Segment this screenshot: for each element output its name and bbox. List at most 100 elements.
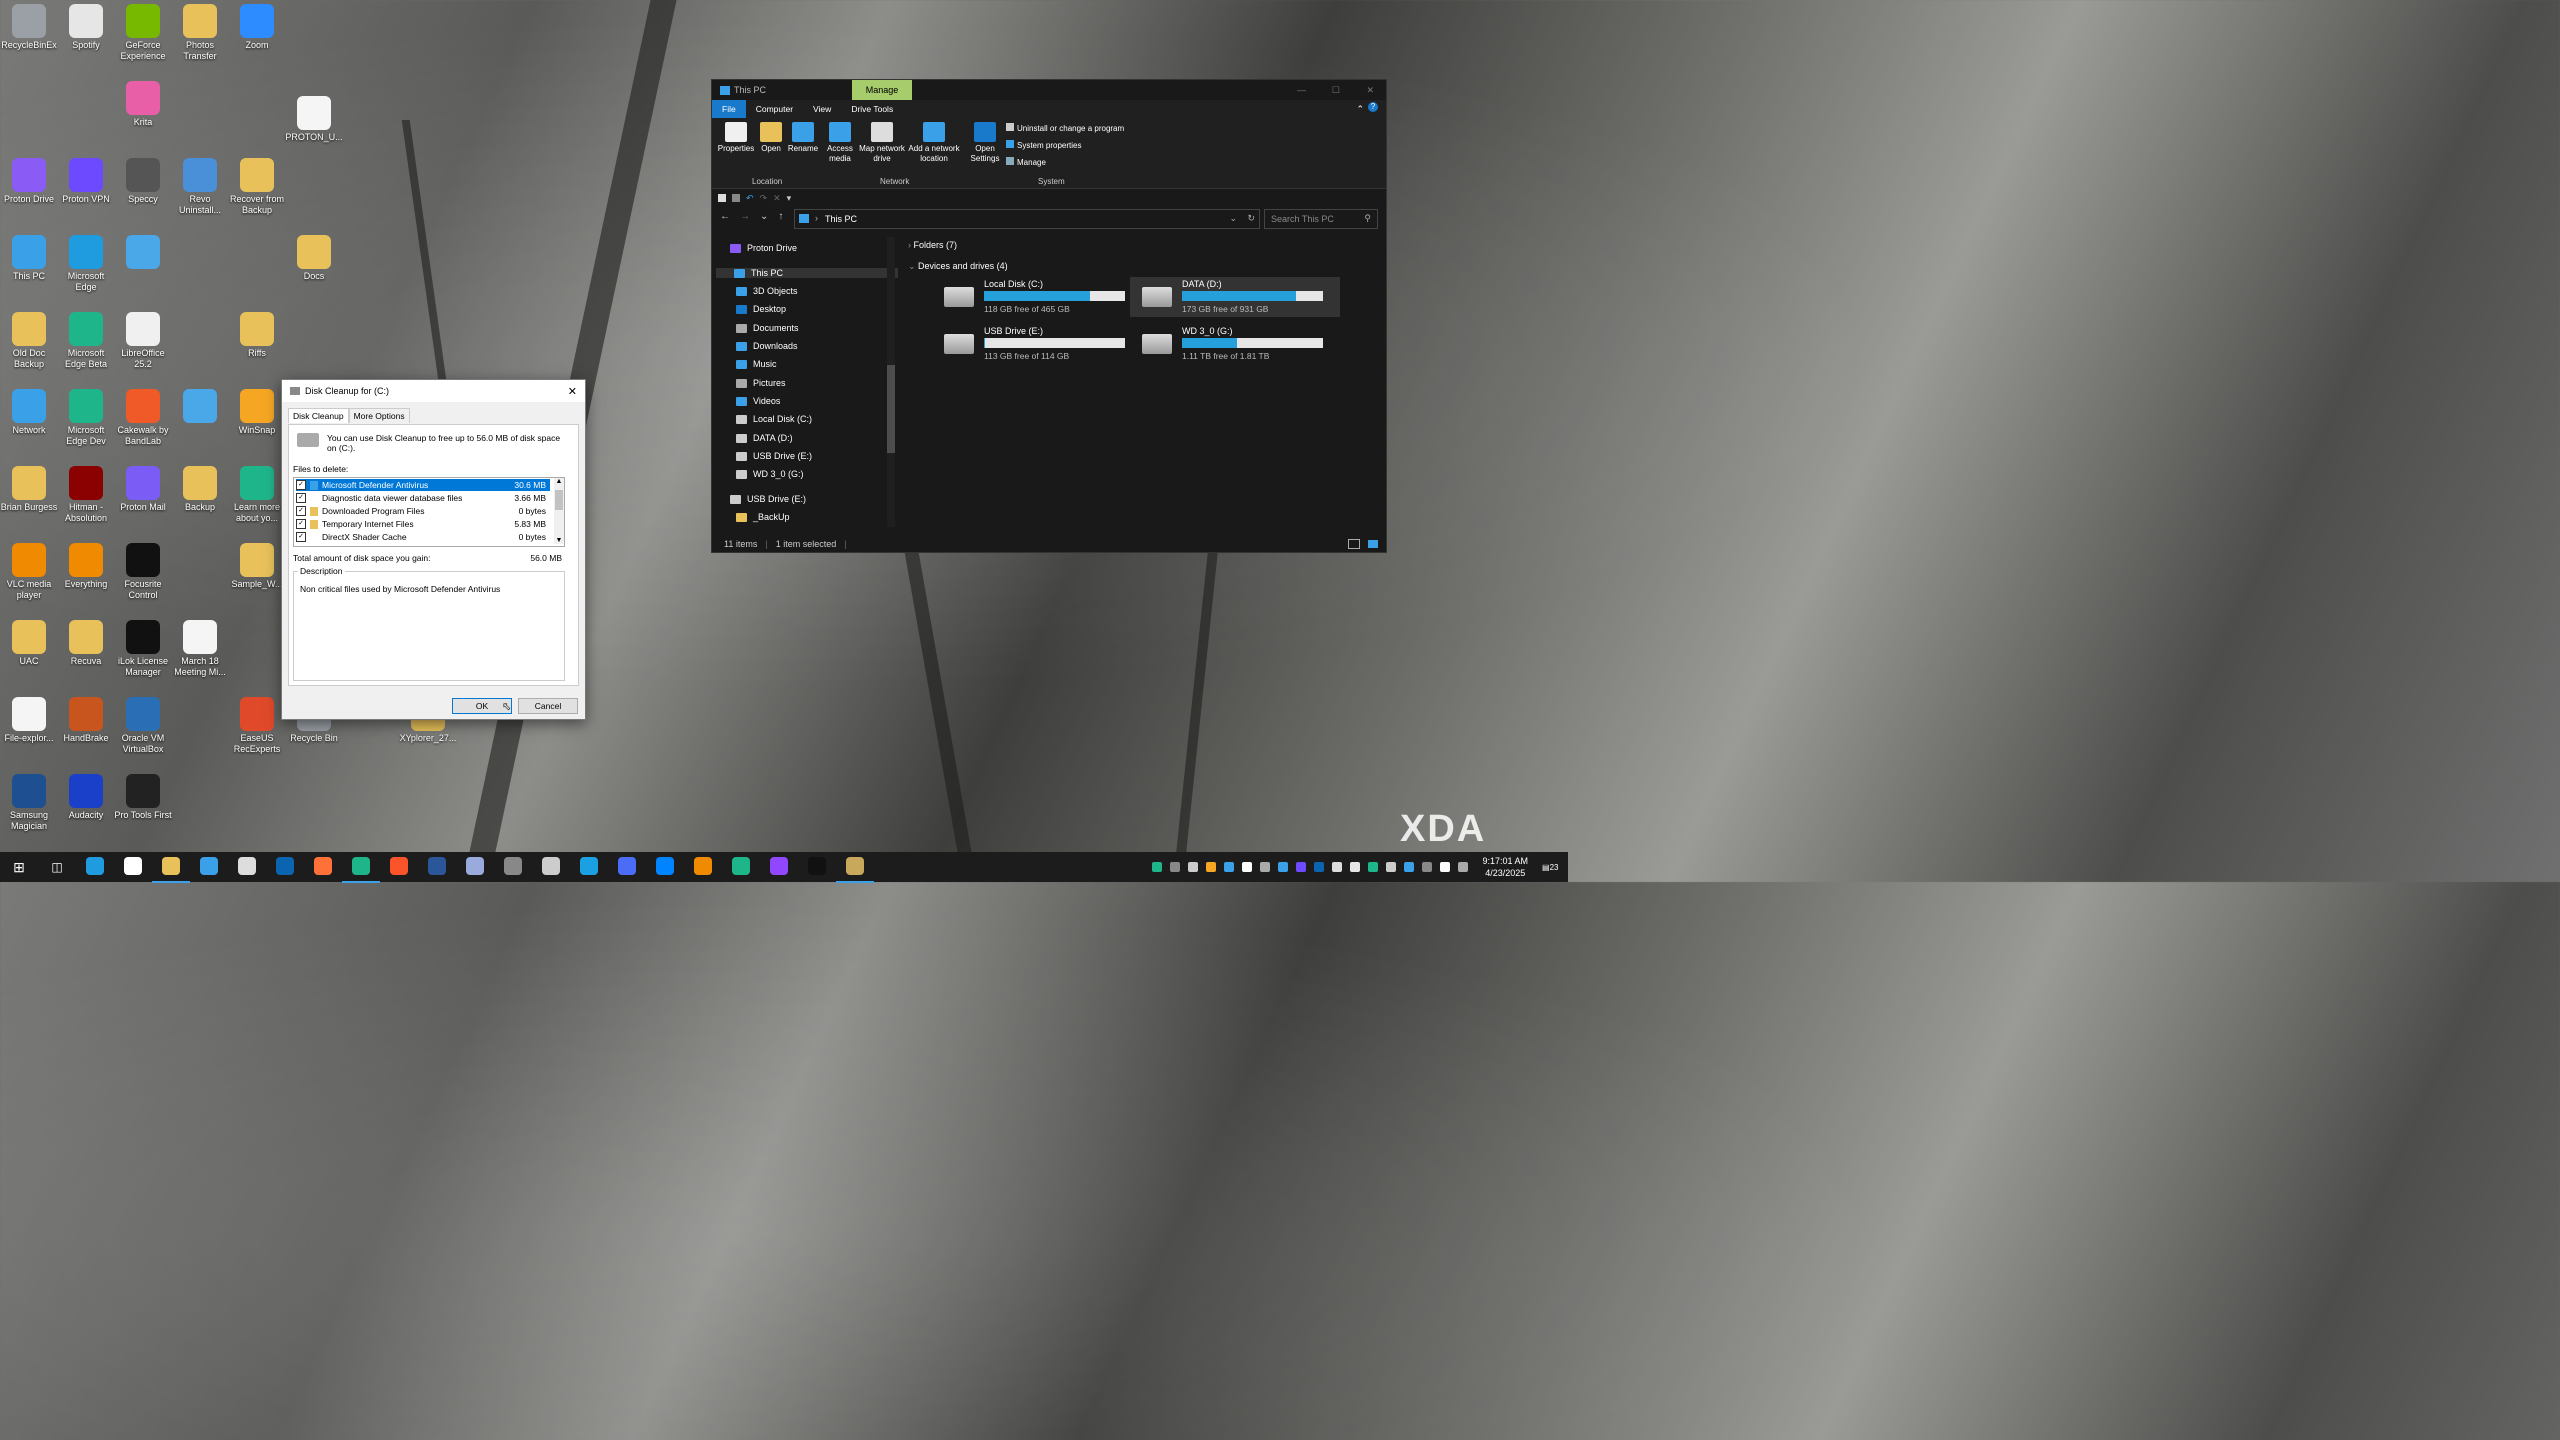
taskbar-app[interactable] (608, 851, 646, 881)
address-dropdown-icon[interactable]: ⌄ (1229, 213, 1237, 224)
tray-icon[interactable] (1332, 862, 1343, 872)
desktop-icon[interactable]: This PC (0, 235, 58, 282)
taskbar-app[interactable] (380, 851, 418, 881)
desktop-icon[interactable]: PROTON_U... (285, 96, 343, 143)
tray-icon[interactable] (1278, 862, 1289, 872)
manage-link[interactable]: Manage (1006, 157, 1046, 168)
customize-toolbar-icon[interactable]: ▾ (787, 193, 792, 204)
taskbar-app[interactable] (836, 851, 874, 883)
taskbar-app[interactable] (570, 851, 608, 881)
tray-icon[interactable] (1206, 862, 1217, 872)
tray-icon[interactable] (1422, 862, 1433, 872)
tray-icon[interactable] (1188, 862, 1199, 872)
desktop-icon[interactable]: Recuva (57, 620, 115, 667)
desktop-icon[interactable]: Proton Mail (114, 466, 172, 513)
uninstall-program-link[interactable]: Uninstall or change a program (1006, 123, 1124, 134)
redo-icon[interactable]: ↷ (760, 193, 768, 204)
desktop-icon[interactable]: Samsung Magician (0, 774, 58, 832)
file-checkbox[interactable]: ✓ (296, 506, 306, 516)
forward-icon[interactable]: → (740, 211, 750, 222)
taskbar-app[interactable] (114, 851, 152, 881)
file-checkbox[interactable]: ✓ (296, 519, 306, 529)
nav-item[interactable]: Local Disk (C:) (736, 414, 812, 424)
desktop-icon[interactable]: Spotify (57, 4, 115, 51)
desktop-icon[interactable]: Audacity (57, 774, 115, 821)
files-scroll-thumb[interactable] (555, 490, 563, 510)
map-network-drive-button[interactable]: Map network drive (858, 122, 906, 164)
tab-disk-cleanup[interactable]: Disk Cleanup (288, 408, 349, 423)
scroll-down-icon[interactable]: ▼ (554, 537, 564, 544)
file-checkbox[interactable]: ✓ (296, 532, 306, 542)
tray-icon[interactable] (1242, 862, 1253, 872)
desktop-icon[interactable]: LibreOffice 25.2 (114, 312, 172, 370)
desktop-icon[interactable]: Focusrite Control (114, 543, 172, 601)
file-row[interactable]: ✓ Temporary Internet Files 5.83 MB (296, 518, 550, 530)
nav-item[interactable]: USB Drive (E:) (730, 494, 806, 504)
tray-icon[interactable] (1296, 862, 1307, 872)
dialog-titlebar[interactable]: Disk Cleanup for (C:) ✕ (282, 380, 585, 402)
up-icon[interactable]: ↑ (778, 211, 783, 222)
nav-item[interactable]: Documents (736, 323, 799, 333)
tray-icon[interactable] (1260, 862, 1271, 872)
desktop-icon[interactable]: Cakewalk by BandLab (114, 389, 172, 447)
desktop-icon[interactable]: GeForce Experience (114, 4, 172, 62)
properties-small-icon[interactable] (718, 194, 726, 202)
desktop-icon[interactable]: Microsoft Edge Beta (57, 312, 115, 370)
maximize-button[interactable]: ☐ (1332, 85, 1340, 96)
nav-item[interactable]: Desktop (736, 304, 786, 314)
tray-icon[interactable] (1152, 862, 1163, 872)
tray-icon[interactable] (1440, 862, 1451, 872)
properties-button[interactable]: Properties (716, 122, 756, 154)
desktop-icon[interactable]: Everything (57, 543, 115, 590)
file-checkbox[interactable]: ✓ (296, 480, 306, 490)
collapse-ribbon-icon[interactable]: ⌃ (1356, 104, 1364, 115)
notification-center[interactable]: ▤23 (1542, 863, 1562, 872)
desktop-icon[interactable]: Hitman - Absolution (57, 466, 115, 524)
desktop-icon[interactable]: Zoom (228, 4, 286, 51)
nav-item[interactable]: Downloads (736, 341, 798, 351)
tray-icon[interactable] (1368, 862, 1379, 872)
nav-item[interactable]: 3D Objects (736, 286, 798, 296)
desktop-icon[interactable]: EaseUS RecExperts (228, 697, 286, 755)
clock[interactable]: 9:17:01 AM 4/23/2025 (1482, 855, 1528, 879)
desktop-icon[interactable] (114, 235, 172, 271)
desktop-icon[interactable]: iLok License Manager (114, 620, 172, 678)
tab-drive-tools[interactable]: Drive Tools (841, 100, 903, 118)
tab-file[interactable]: File (712, 100, 746, 118)
tab-more-options[interactable]: More Options (348, 408, 410, 423)
taskbar-app[interactable] (684, 851, 722, 881)
address-bar[interactable]: › This PC ⌄ ↻ (794, 209, 1260, 229)
nav-item[interactable]: Music (736, 359, 777, 369)
tiles-view-icon[interactable] (1368, 540, 1378, 548)
rename-button[interactable]: Rename (786, 122, 820, 154)
drive-tile[interactable]: USB Drive (E:) 113 GB free of 114 GB (932, 324, 1142, 364)
desktop-icon[interactable]: Proton VPN (57, 158, 115, 205)
taskbar-app[interactable] (190, 851, 228, 881)
nav-item[interactable]: _BackUp (736, 512, 790, 522)
devices-group[interactable]: ⌄ Devices and drives (4) (908, 261, 1008, 272)
tray-icon[interactable] (1224, 862, 1235, 872)
file-row[interactable]: ✓ Downloaded Program Files 0 bytes (296, 505, 550, 517)
desktop-icon[interactable]: Pro Tools First (114, 774, 172, 821)
tray-icon[interactable] (1458, 862, 1469, 872)
file-checkbox[interactable]: ✓ (296, 493, 306, 503)
desktop-icon[interactable]: Recover from Backup (228, 158, 286, 216)
nav-scrollbar[interactable] (887, 237, 895, 527)
system-properties-link[interactable]: System properties (1006, 140, 1081, 151)
manage-context-tab[interactable]: Manage (852, 80, 912, 100)
files-list[interactable]: ✓ Microsoft Defender Antivirus 30.6 MB ✓ Dia… (293, 477, 565, 547)
taskbar-app[interactable] (532, 851, 570, 881)
desktop-icon[interactable]: Speccy (114, 158, 172, 205)
tray-icon[interactable] (1170, 862, 1181, 872)
close-button[interactable]: ✕ (1366, 85, 1374, 96)
scroll-up-icon[interactable]: ▲ (554, 478, 564, 485)
taskbar-app[interactable] (152, 851, 190, 883)
desktop-icon[interactable]: WinSnap (228, 389, 286, 436)
back-icon[interactable]: ← (720, 211, 730, 222)
nav-item[interactable]: Videos (736, 396, 780, 406)
desktop-icon[interactable]: Learn more about yo... (228, 466, 286, 524)
recent-chevron-icon[interactable]: ⌄ (760, 211, 768, 222)
desktop-icon[interactable]: March 18 Meeting Mi... (171, 620, 229, 678)
desktop-icon[interactable]: HandBrake (57, 697, 115, 744)
desktop-icon[interactable]: Network (0, 389, 58, 436)
